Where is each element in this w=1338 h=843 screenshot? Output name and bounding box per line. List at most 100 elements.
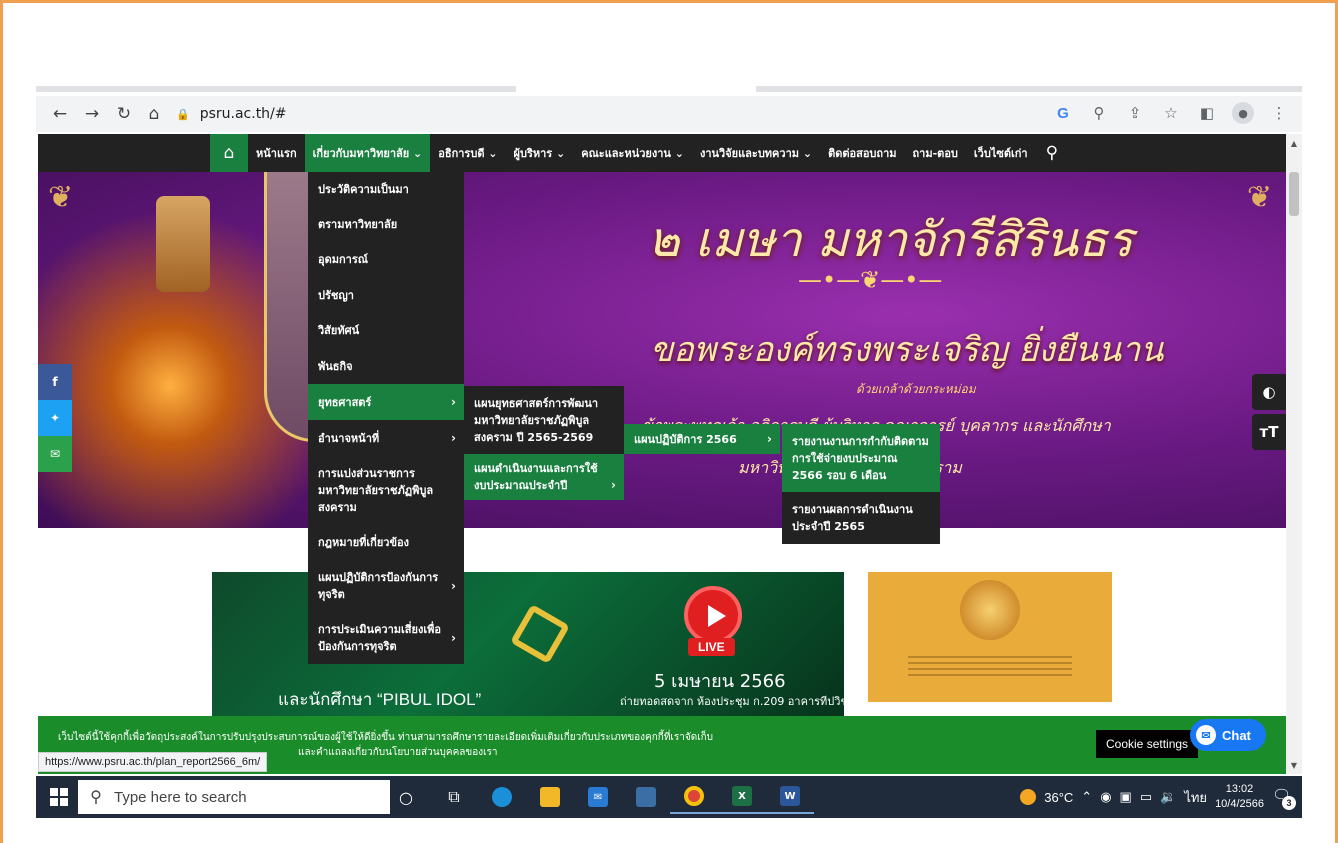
hero-banner: ❦ ❦ ๒ เมษา มหาจักรีสิรินธร —•—❦—•— ขอพระ… xyxy=(38,172,1286,528)
banner-subtitle: ขอพระองค์ทรงพระเจริญ ยิ่งยืนนาน xyxy=(650,330,1164,370)
nav-executives[interactable]: ผู้บริหาร ⌄ xyxy=(506,134,574,172)
side-panel-icon[interactable]: ◧ xyxy=(1196,102,1218,124)
windows-start-icon[interactable] xyxy=(50,788,68,806)
announcement-card[interactable] xyxy=(868,572,1112,702)
strategy-submenu: แผนยุทธศาสตร์การพัฒนามหาวิทยาลัยราชภัฏพิ… xyxy=(464,386,624,500)
network-icon[interactable]: ▣ xyxy=(1120,789,1132,805)
text-size-icon[interactable]: тT xyxy=(1252,414,1286,450)
scroll-thumb[interactable] xyxy=(1289,172,1299,216)
menu-item-budget-plan[interactable]: แผนดำเนินงานและการใช้งบประมาณประจำปี › xyxy=(464,454,624,500)
nav-contact[interactable]: ติดต่อสอบถาม xyxy=(820,134,904,172)
chevron-right-icon: › xyxy=(451,394,456,409)
menu-item[interactable]: กฎหมายที่เกี่ยวข้อง xyxy=(308,524,464,560)
email-share-icon[interactable]: ✉ xyxy=(38,436,72,472)
menu-item[interactable]: การประเมินความเสี่ยงเพื่อป้องกันการทุจริ… xyxy=(308,612,464,664)
browser-toolbar: ← → ↻ ⌂ 🔒 psru.ac.th/# G ⚲ ⇪ ☆ ◧ ● ⋮ xyxy=(36,96,1302,132)
mail-icon[interactable]: ✉ xyxy=(574,780,622,814)
nav-faq[interactable]: ถาม-ตอบ xyxy=(905,134,966,172)
menu-item-annual-report[interactable]: รายงานผลการดำเนินงานประจำปี 2565 xyxy=(782,492,940,544)
profile-icon[interactable]: ● xyxy=(1232,102,1254,124)
menu-item[interactable]: ตรามหาวิทยาลัย xyxy=(308,207,464,242)
main-nav: ⌂ หน้าแรก เกี่ยวกับมหาวิทยาลัย ⌄ อธิการบ… xyxy=(38,134,1286,172)
chevron-right-icon: › xyxy=(451,578,456,593)
excel-icon[interactable]: X xyxy=(718,780,766,814)
bookmark-star-icon[interactable]: ☆ xyxy=(1160,102,1182,124)
menu-item[interactable]: อำนาจหน้าที่ › xyxy=(308,420,464,456)
nav-research[interactable]: งานวิจัยและบทความ ⌄ xyxy=(692,134,820,172)
address-bar[interactable]: 🔒 psru.ac.th/# xyxy=(176,100,1106,128)
banner-line1: ด้วยเกล้าด้วยกระหม่อม xyxy=(856,382,976,396)
play-icon xyxy=(684,586,742,644)
promo-date: 5 เมษายน 2566 xyxy=(654,671,786,692)
clock[interactable]: 13:02 10/4/2566 xyxy=(1215,782,1264,812)
menu-item[interactable]: แผนปฏิบัติการป้องกันการทุจริต › xyxy=(308,560,464,612)
ornament-divider: —•—❦—•— xyxy=(798,266,943,294)
nav-old-site[interactable]: เว็บไซต์เก่า xyxy=(966,134,1036,172)
notification-icon[interactable]: 🗨 3 xyxy=(1272,786,1296,810)
page-viewport: ❦ ❦ ๒ เมษา มหาจักรีสิรินธร —•—❦—•— ขอพระ… xyxy=(38,134,1286,774)
nav-about[interactable]: เกี่ยวกับมหาวิทยาลัย ⌄ xyxy=(304,134,431,172)
battery-icon[interactable]: ▭ xyxy=(1140,789,1152,805)
file-explorer-icon[interactable] xyxy=(526,780,574,814)
nav-home[interactable]: หน้าแรก xyxy=(248,134,305,172)
menu-item-plan-2566[interactable]: แผนปฏิบัติการ 2566 › xyxy=(624,424,780,454)
hexagon-icon xyxy=(509,603,571,665)
contrast-toggle-icon[interactable]: ◐ xyxy=(1252,374,1286,410)
status-url: https://www.psru.ac.th/plan_report2566_6… xyxy=(38,752,268,772)
twitter-share-icon[interactable]: ✦ xyxy=(38,400,72,436)
ornament-icon: ❦ xyxy=(1246,180,1272,215)
menu-item[interactable]: แผนยุทธศาสตร์การพัฒนามหาวิทยาลัยราชภัฏพิ… xyxy=(464,386,624,454)
windows-taskbar: ⚲ Type here to search ○ ⧉ ✉ X W 36°C ⌃ ◉… xyxy=(36,776,1302,818)
menu-item-6month-report[interactable]: รายงานงานการกำกับติดตามการใช้จ่ายงบประมา… xyxy=(782,424,940,492)
chevron-right-icon: › xyxy=(767,431,772,446)
home-icon[interactable]: ⌂ xyxy=(210,134,248,172)
search-icon: ⚲ xyxy=(90,789,102,806)
weather-icon[interactable] xyxy=(1020,789,1037,805)
edge-icon[interactable] xyxy=(478,780,526,814)
reload-icon[interactable]: ↻ xyxy=(112,102,136,126)
word-icon[interactable]: W xyxy=(766,780,814,814)
home-icon[interactable]: ⌂ xyxy=(142,102,166,126)
chrome-icon[interactable] xyxy=(670,780,718,814)
search-icon[interactable]: ⚲ xyxy=(1036,143,1068,163)
zoom-icon[interactable]: ⚲ xyxy=(1088,102,1110,124)
about-dropdown: ประวัติความเป็นมา ตรามหาวิทยาลัย อุดมการ… xyxy=(308,172,464,664)
nav-faculties[interactable]: คณะและหน่วยงาน ⌄ xyxy=(573,134,692,172)
task-view-icon[interactable]: ⧉ xyxy=(430,780,478,814)
back-icon[interactable]: ← xyxy=(48,102,72,126)
menu-item[interactable]: การแบ่งส่วนราชการมหาวิทยาลัยราชภัฏพิบูลส… xyxy=(308,456,464,524)
portrait-image xyxy=(960,580,1020,640)
chevron-up-icon[interactable]: ⌃ xyxy=(1081,789,1092,805)
meet-icon[interactable]: ◉ xyxy=(1100,789,1111,805)
promo-venue: ถ่ายทอดสดจาก ห้องประชุม ก.209 อาคารทีปวิ… xyxy=(620,695,844,708)
tab-strip xyxy=(36,86,1302,96)
report-submenu: รายงานงานการกำกับติดตามการใช้จ่ายงบประมา… xyxy=(782,424,940,544)
store-icon[interactable] xyxy=(622,780,670,814)
volume-icon[interactable]: 🔉 xyxy=(1160,789,1176,805)
menu-item[interactable]: อุดมการณ์ xyxy=(308,242,464,277)
messenger-icon: ✉ xyxy=(1196,725,1216,745)
taskbar-search-input[interactable]: ⚲ Type here to search xyxy=(78,780,390,814)
menu-item[interactable]: ปรัชญา xyxy=(308,277,464,313)
menu-item[interactable]: ประวัติความเป็นมา xyxy=(308,172,464,207)
cookie-settings-button[interactable]: Cookie settings xyxy=(1096,730,1199,758)
page-scrollbar[interactable]: ▲ ▼ xyxy=(1286,134,1302,774)
scroll-down-icon[interactable]: ▼ xyxy=(1286,758,1302,772)
facebook-share-icon[interactable]: f xyxy=(38,364,72,400)
menu-item-strategy[interactable]: ยุทธศาสตร์ › xyxy=(308,384,464,420)
menu-item[interactable]: วิสัยทัศน์ xyxy=(308,313,464,348)
nav-president[interactable]: อธิการบดี ⌄ xyxy=(430,134,505,172)
cortana-icon[interactable]: ○ xyxy=(382,780,430,814)
google-icon[interactable]: G xyxy=(1052,102,1074,124)
kebab-menu-icon[interactable]: ⋮ xyxy=(1268,102,1290,124)
temperature[interactable]: 36°C xyxy=(1044,790,1073,805)
share-icon[interactable]: ⇪ xyxy=(1124,102,1146,124)
chevron-right-icon: › xyxy=(451,630,456,645)
forward-icon[interactable]: → xyxy=(80,102,104,126)
crest-emblem xyxy=(156,196,210,292)
ornament-icon: ❦ xyxy=(48,180,74,215)
menu-item[interactable]: พันธกิจ xyxy=(308,348,464,384)
language-indicator[interactable]: ไทย xyxy=(1184,787,1207,808)
chat-button[interactable]: ✉ Chat xyxy=(1190,719,1266,751)
scroll-up-icon[interactable]: ▲ xyxy=(1286,136,1302,150)
